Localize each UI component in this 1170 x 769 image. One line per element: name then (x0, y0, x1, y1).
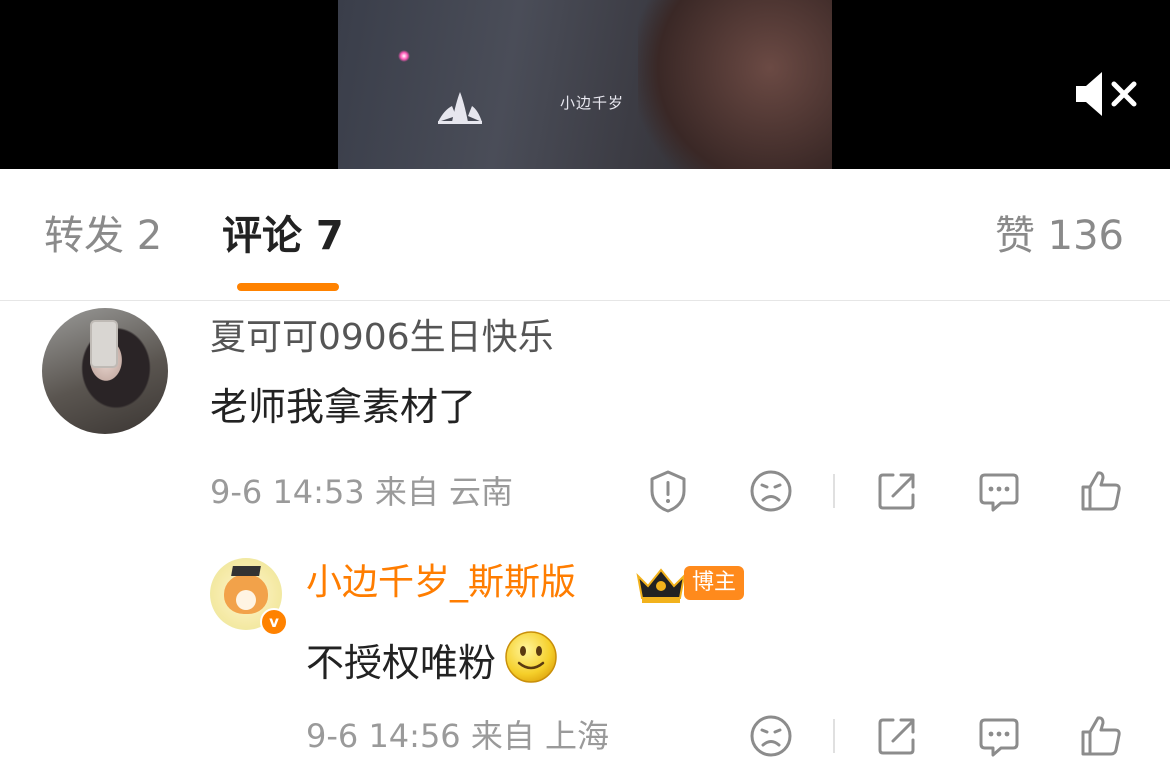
adidas-logo-icon (438, 92, 482, 124)
video-watermark: 小边千岁 (560, 94, 625, 112)
frown-icon[interactable] (749, 469, 793, 513)
share-icon[interactable] (875, 469, 919, 513)
video-subject (638, 0, 832, 169)
video-frame[interactable]: 小边千岁 (338, 0, 832, 169)
reply-username[interactable]: 小边千岁_斯斯版 (306, 561, 576, 605)
verified-badge: v (260, 608, 288, 636)
comment-text: 老师我拿素材了 (210, 385, 477, 429)
comment-tabs: 转发 2 评论 7 赞 136 (0, 169, 1170, 301)
comment-meta: 9-6 14:53 来自 云南 (210, 473, 514, 511)
speaker-muted-icon[interactable] (1074, 70, 1140, 118)
reply-text: 不授权唯粉 (306, 630, 558, 687)
comment-username[interactable]: 夏可可0906生日快乐 (210, 316, 554, 360)
video-player[interactable]: 小边千岁 (0, 0, 1170, 169)
like-icon[interactable] (1079, 469, 1123, 513)
tab-likes[interactable]: 赞 136 (995, 211, 1124, 261)
reply-text-content: 不授权唯粉 (306, 641, 497, 685)
crown-icon (636, 568, 686, 603)
report-icon[interactable] (646, 469, 690, 513)
blogger-badge: 博主 (684, 566, 744, 600)
action-divider (833, 474, 835, 508)
tab-repost[interactable]: 转发 2 (44, 211, 162, 261)
reply-icon[interactable] (977, 714, 1021, 758)
reply-icon[interactable] (977, 469, 1021, 513)
avatar-dog-illustration (224, 574, 268, 614)
active-tab-indicator (237, 283, 339, 291)
like-icon[interactable] (1079, 714, 1123, 758)
frown-icon[interactable] (749, 714, 793, 758)
avatar-photo-detail (90, 320, 118, 368)
tab-comments[interactable]: 评论 7 (222, 211, 344, 261)
reply-meta: 9-6 14:56 来自 上海 (306, 717, 610, 755)
avatar[interactable] (42, 308, 168, 434)
sparkle-highlight (398, 50, 410, 62)
share-icon[interactable] (875, 714, 919, 758)
smile-emoji-icon (505, 631, 557, 683)
action-divider (833, 719, 835, 753)
avatar-cap (231, 566, 261, 576)
